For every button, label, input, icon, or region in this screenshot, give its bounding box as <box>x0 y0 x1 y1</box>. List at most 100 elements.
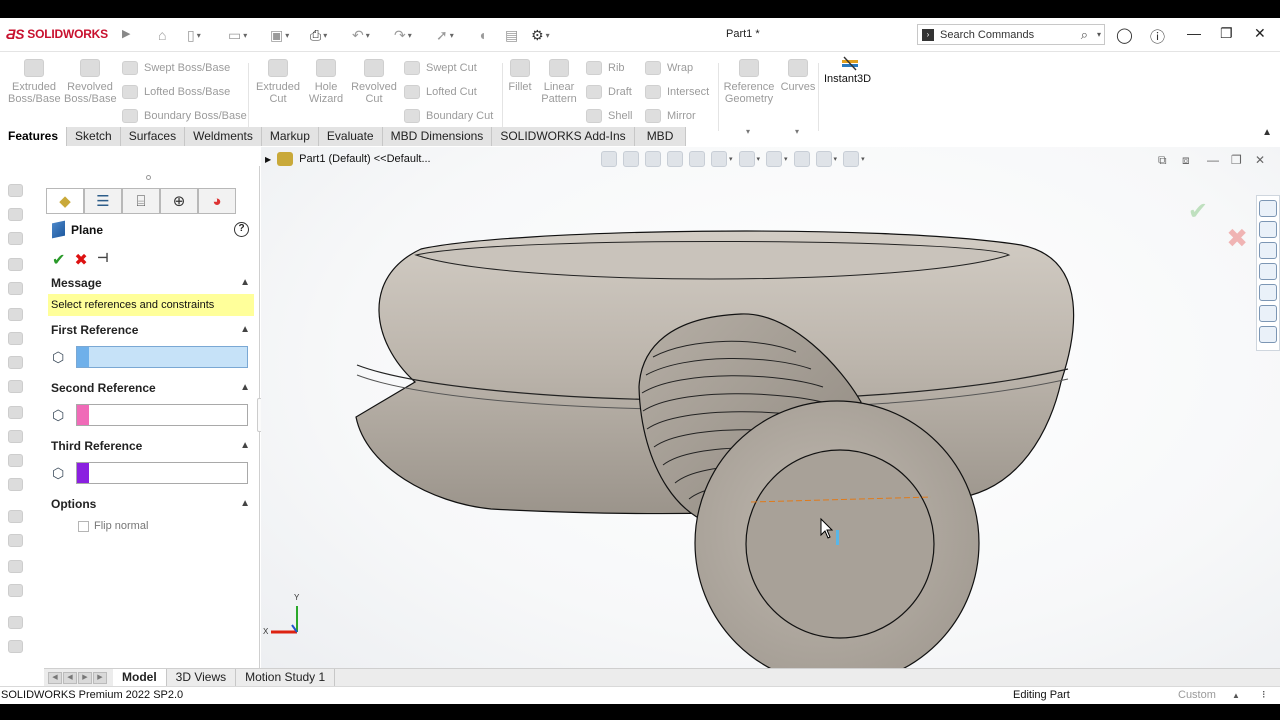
property-manager-tab[interactable]: ☰ <box>84 188 122 214</box>
file-explorer-icon[interactable] <box>1259 242 1277 259</box>
intersect-button[interactable]: Intersect <box>645 85 709 99</box>
tool-icon[interactable] <box>8 454 23 467</box>
minimize-document-button[interactable]: — <box>1207 153 1219 167</box>
graphics-area[interactable]: ▶ Part1 (Default) <<Default... ▾ ▾ ▾ ▾ ▾… <box>261 147 1280 688</box>
feature-manager-tab[interactable]: ◆ <box>46 188 84 214</box>
collapse-caret-icon[interactable]: ▲ <box>240 321 250 339</box>
custom-properties-icon[interactable] <box>1259 305 1277 322</box>
message-section-header[interactable]: Message ▲ <box>48 274 254 292</box>
shell-button[interactable]: Shell <box>586 109 632 123</box>
tool-icon[interactable] <box>8 534 23 547</box>
second-reference-header[interactable]: Second Reference ▲ <box>48 379 254 397</box>
collapse-ribbon-icon[interactable]: ▲ <box>1262 127 1272 138</box>
third-reference-selection-box[interactable] <box>76 462 248 484</box>
hole-wizard-button[interactable]: Hole Wizard <box>300 59 352 105</box>
first-tab-arrow-icon[interactable]: ◀ <box>48 671 62 684</box>
linear-pattern-button[interactable]: Linear Pattern <box>533 59 585 105</box>
tab-mbd[interactable]: MBD <box>634 127 687 146</box>
swept-boss-button[interactable]: Swept Boss/Base <box>122 61 230 75</box>
feature-tree-flyout[interactable]: ▶ Part1 (Default) <<Default... <box>265 152 431 166</box>
tool-icon[interactable] <box>8 208 23 221</box>
tab-markup[interactable]: Markup <box>261 127 319 146</box>
tool-icon[interactable] <box>8 258 23 271</box>
zoom-to-area-icon[interactable] <box>623 151 639 167</box>
collapse-caret-icon[interactable]: ▲ <box>240 379 250 397</box>
collapse-caret-icon[interactable]: ▲ <box>240 437 250 455</box>
flip-normal-checkbox[interactable] <box>78 520 89 532</box>
tool-icon[interactable] <box>8 356 23 369</box>
tab-motion-study-1[interactable]: Motion Study 1 <box>236 669 336 686</box>
zoom-to-fit-icon[interactable] <box>601 151 617 167</box>
forum-icon[interactable] <box>1259 326 1277 343</box>
tab-evaluate[interactable]: Evaluate <box>318 127 383 146</box>
swept-cut-button[interactable]: Swept Cut <box>404 61 477 75</box>
rib-button[interactable]: Rib <box>586 61 625 75</box>
chevron-down-icon[interactable]: ▾ <box>834 155 838 163</box>
solidworks-logo[interactable]: ƋS SOLIDWORKS <box>6 26 108 42</box>
curves-button[interactable]: Curves <box>772 59 824 93</box>
search-commands-input[interactable]: › Search Commands ⌕ ▾ <box>917 24 1105 45</box>
boundary-cut-button[interactable]: Boundary Cut <box>404 109 493 123</box>
view-palette-icon[interactable] <box>1259 263 1277 280</box>
confirm-checkmark-icon[interactable]: ✔ <box>1188 197 1208 226</box>
edit-appearance-icon[interactable] <box>793 151 810 167</box>
view-settings-icon[interactable] <box>843 151 860 167</box>
options-section-header[interactable]: Options ▲ <box>48 495 254 513</box>
tool-icon[interactable] <box>8 640 23 653</box>
mirror-button[interactable]: Mirror <box>645 109 696 123</box>
ok-button[interactable]: ✔ <box>52 250 65 270</box>
tab-mbd-dimensions[interactable]: MBD Dimensions <box>382 127 493 146</box>
revolved-boss-button[interactable]: Revolved Boss/Base <box>64 59 117 105</box>
minimize-button[interactable]: — <box>1187 25 1201 41</box>
extruded-boss-button[interactable]: Extruded Boss/Base <box>8 59 61 105</box>
second-reference-selection-box[interactable] <box>76 404 248 426</box>
appearances-icon[interactable] <box>1259 284 1277 301</box>
tab-solidworks-add-ins[interactable]: SOLIDWORKS Add-Ins <box>492 127 635 146</box>
chevron-up-icon[interactable]: ▲ <box>1232 687 1240 704</box>
tool-icon[interactable] <box>8 478 23 491</box>
reference-geometry-dropdown[interactable]: ▾ <box>746 127 750 136</box>
tab-weldments[interactable]: Weldments <box>185 127 262 146</box>
configuration-manager-tab[interactable]: ⌸ <box>122 188 160 214</box>
tab-features[interactable]: Features <box>0 127 68 146</box>
tool-icon[interactable] <box>8 616 23 629</box>
previous-view-icon[interactable] <box>645 151 661 167</box>
cancel-button[interactable]: ✖ <box>74 250 87 270</box>
tool-icon[interactable] <box>8 332 23 345</box>
flip-normal-option[interactable]: Flip normal <box>78 520 148 532</box>
last-tab-arrow-icon[interactable]: ▶ <box>93 671 107 684</box>
panel-grip-icon[interactable] <box>146 175 151 180</box>
tab-surfaces[interactable]: Surfaces <box>120 127 186 146</box>
help-icon[interactable]: ? <box>234 222 249 237</box>
first-reference-header[interactable]: First Reference ▲ <box>48 321 254 339</box>
new-document-icon[interactable]: ▯ ▾ <box>187 24 201 46</box>
help-icon[interactable]: ⓘ <box>1150 26 1165 47</box>
tool-icon[interactable] <box>8 584 23 597</box>
rebuild-icon[interactable]: ◖ <box>478 24 486 46</box>
wrap-button[interactable]: Wrap <box>645 61 693 75</box>
status-options-icon[interactable]: ⁝ <box>1262 687 1266 704</box>
save-icon[interactable]: ▣ ▾ <box>270 24 289 46</box>
close-button[interactable]: ✕ <box>1254 25 1266 42</box>
redo-icon[interactable]: ↷ ▾ <box>394 24 412 46</box>
chevron-down-icon[interactable]: ▾ <box>861 155 865 163</box>
dimxpert-manager-tab[interactable]: ⊕ <box>160 188 198 214</box>
instant3d-button[interactable]: Instant3D <box>824 73 871 85</box>
chevron-down-icon[interactable]: ▾ <box>757 155 761 163</box>
tile-window-icon[interactable]: ⧉ <box>1158 153 1167 168</box>
tool-icon[interactable] <box>8 308 23 321</box>
unit-system[interactable]: Custom <box>1178 687 1216 704</box>
dynamic-annotation-icon[interactable] <box>689 151 705 167</box>
open-icon[interactable]: ▭ ▾ <box>228 24 247 46</box>
curves-dropdown[interactable]: ▾ <box>795 127 799 136</box>
restore-document-button[interactable]: ❐ <box>1231 153 1242 167</box>
home-icon[interactable]: ⌂ <box>158 24 166 46</box>
split-window-icon[interactable]: ⧈ <box>1182 153 1190 168</box>
chevron-down-icon[interactable]: ▾ <box>1097 30 1101 39</box>
third-reference-header[interactable]: Third Reference ▲ <box>48 437 254 455</box>
design-library-icon[interactable] <box>1259 221 1277 238</box>
lofted-boss-button[interactable]: Lofted Boss/Base <box>122 85 230 99</box>
tool-icon[interactable] <box>8 282 23 295</box>
tab-model[interactable]: Model <box>113 669 167 686</box>
revolved-cut-button[interactable]: Revolved Cut <box>348 59 400 105</box>
